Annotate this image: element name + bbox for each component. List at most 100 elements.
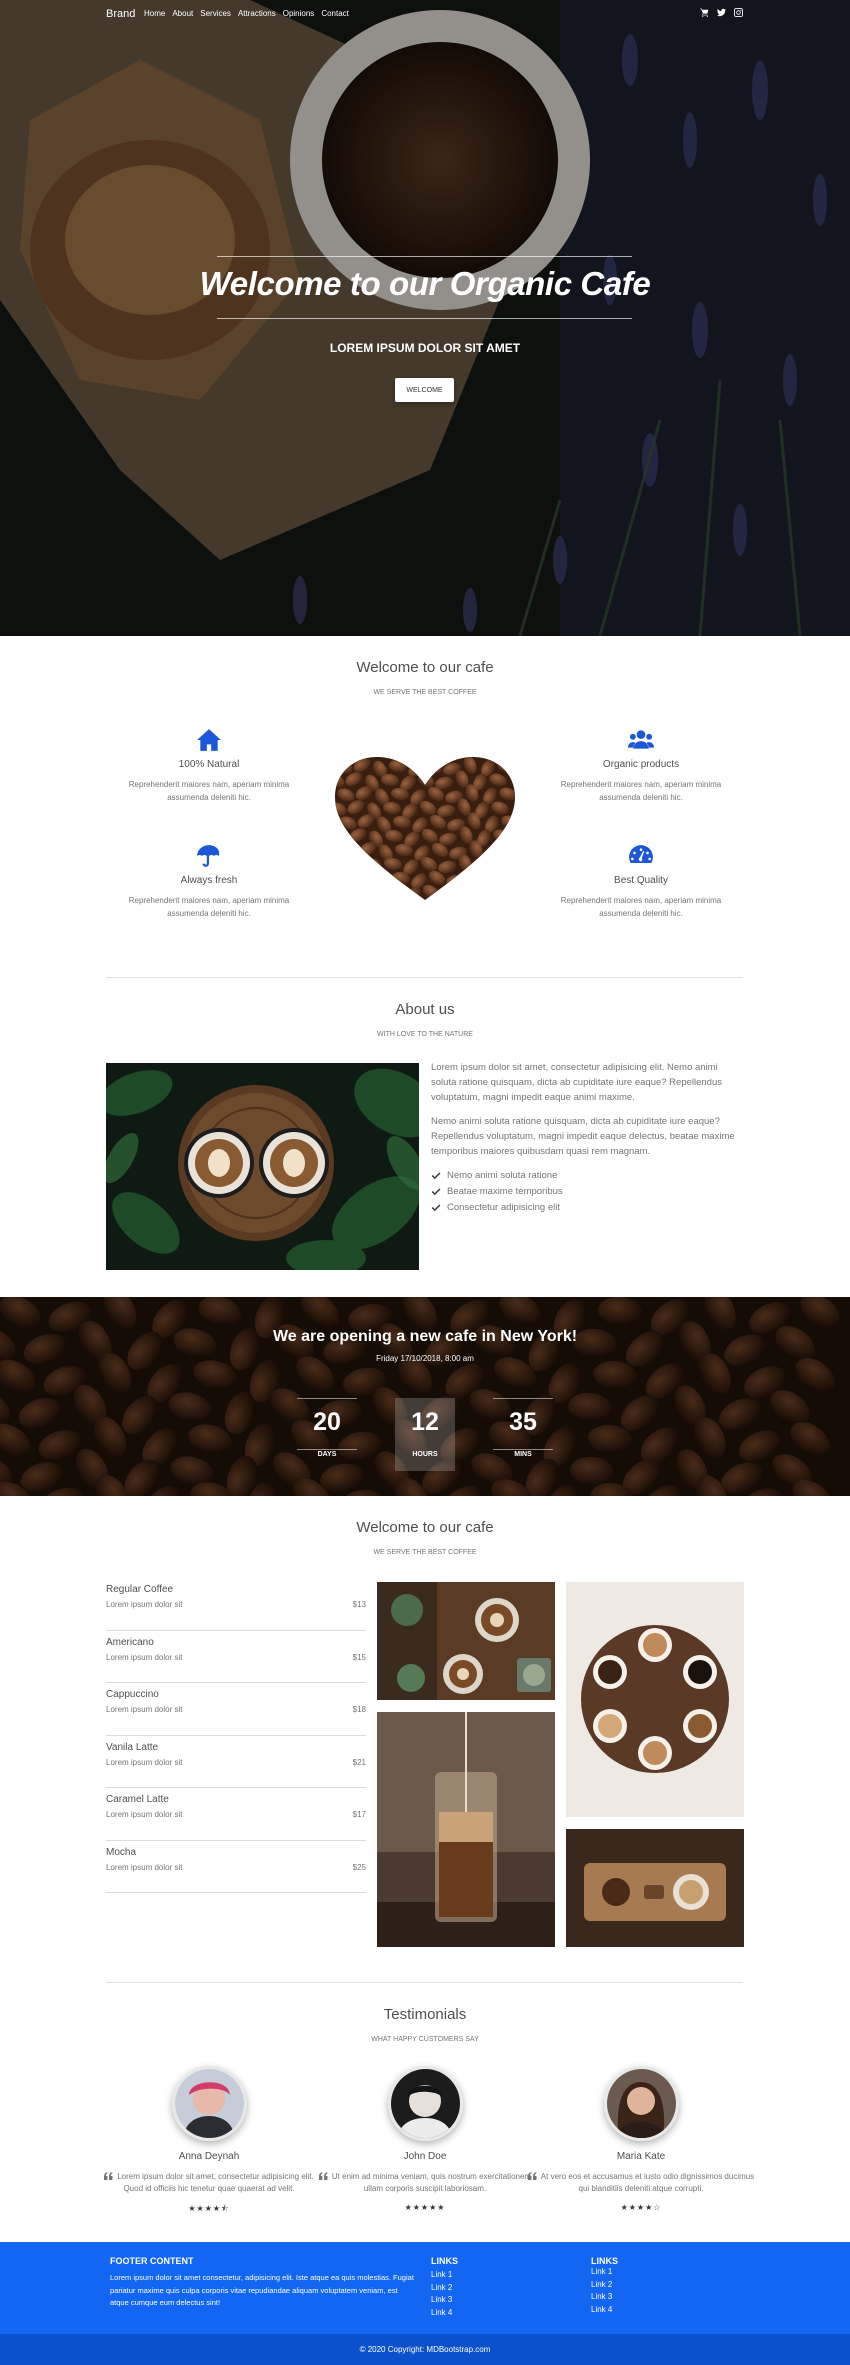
section-divider bbox=[106, 977, 743, 978]
countdown-hours: 12 HOURS bbox=[395, 1398, 455, 1471]
list-item: Beatae maxime temporibus bbox=[431, 1184, 744, 1200]
menu-price: $13 bbox=[352, 1600, 366, 1609]
copyright-text: © 2020 Copyright: MDBootstrap.com bbox=[359, 2345, 491, 2354]
quote-icon bbox=[318, 2172, 328, 2180]
countdown-value: 20 bbox=[313, 1408, 341, 1436]
footer-link[interactable]: Link 4 bbox=[431, 2307, 551, 2320]
footer-links-2: LINKS Link 1 Link 2 Link 3 Link 4 bbox=[591, 2256, 711, 2316]
countdown-label: DAYS bbox=[317, 1451, 337, 1458]
section-divider bbox=[106, 1982, 743, 1983]
welcome-button[interactable]: WELCOME bbox=[395, 378, 454, 402]
menu-item: Vanila Latte Lorem ipsum dolor sit $21 bbox=[106, 1736, 366, 1788]
testimonial-name: Anna Deynah bbox=[178, 2151, 240, 2162]
countdown-label: HOURS bbox=[412, 1451, 438, 1458]
quote-icon bbox=[527, 2172, 537, 2180]
hero-section: Welcome to our Organic Cafe LOREM IPSUM … bbox=[0, 0, 850, 636]
countdown-value: 12 bbox=[411, 1408, 439, 1436]
footer-content-text: Lorem ipsum dolor sit amet consectetur, … bbox=[110, 2273, 414, 2307]
avatar bbox=[387, 2066, 463, 2141]
footer: FOOTER CONTENT Lorem ipsum dolor sit ame… bbox=[0, 2242, 850, 2334]
check-icon bbox=[431, 1172, 441, 1180]
about-subtitle: WITH LOVE TO THE NATURE bbox=[377, 1031, 473, 1038]
feature-title: Best Quality bbox=[614, 875, 668, 886]
nav-link-attractions[interactable]: Attractions bbox=[238, 9, 276, 18]
testimonial-quote: Lorem ipsum dolor sit amet, consectetur … bbox=[94, 2171, 324, 2195]
nav-link-about[interactable]: About bbox=[172, 9, 193, 18]
menu-item: Mocha Lorem ipsum dolor sit $25 bbox=[106, 1841, 366, 1893]
brand-logo[interactable]: Brand bbox=[106, 8, 135, 20]
gallery-image-coffee-cups[interactable] bbox=[566, 1582, 744, 1817]
footer-link[interactable]: Link 3 bbox=[431, 2294, 551, 2307]
rating-stars: ★★★★☆ bbox=[620, 2203, 662, 2212]
footer-copyright: © 2020 Copyright: MDBootstrap.com bbox=[0, 2334, 850, 2365]
check-icon bbox=[431, 1188, 441, 1196]
menu-price: $18 bbox=[352, 1705, 366, 1714]
footer-link[interactable]: Link 4 bbox=[591, 2304, 711, 2317]
about-paragraph-1: Lorem ipsum dolor sit amet, consectetur … bbox=[431, 1062, 723, 1103]
footer-link[interactable]: Link 3 bbox=[591, 2291, 711, 2304]
menu-price: $21 bbox=[352, 1757, 366, 1767]
list-item: Consectetur adipisicing elit bbox=[431, 1200, 744, 1216]
avatar bbox=[603, 2066, 679, 2141]
nav-link-home[interactable]: Home bbox=[144, 9, 165, 18]
countdown-mins: 35 MINS bbox=[493, 1398, 553, 1471]
feature-title: 100% Natural bbox=[178, 759, 240, 770]
hero-title: Welcome to our Organic Cafe bbox=[199, 265, 651, 302]
footer-links-title: LINKS bbox=[591, 2256, 618, 2266]
avatar bbox=[171, 2066, 247, 2141]
list-item: Nemo animi soluta ratione bbox=[431, 1168, 744, 1184]
nav-link-contact[interactable]: Contact bbox=[321, 9, 349, 18]
nav-link-opinions[interactable]: Opinions bbox=[283, 9, 315, 18]
gallery-image-cafe-table[interactable] bbox=[377, 1582, 555, 1700]
countdown-label: MINS bbox=[514, 1451, 532, 1458]
feature-title: Organic products bbox=[602, 759, 680, 770]
menu-list: Regular Coffee Lorem ipsum dolor sit $13 A… bbox=[106, 1578, 366, 1893]
menu-title: Welcome to our cafe bbox=[356, 1519, 494, 1536]
gallery-image-coffee-board[interactable] bbox=[566, 1829, 744, 1947]
countdown-value: 35 bbox=[509, 1408, 537, 1436]
footer-link[interactable]: Link 2 bbox=[431, 2282, 551, 2295]
menu-item: Caramel Latte Lorem ipsum dolor sit $17 bbox=[106, 1788, 366, 1841]
testimonial-card: John Doe Ut enim ad minima veniam, quis … bbox=[310, 2066, 540, 2212]
testimonial-card: Anna Deynah Lorem ipsum dolor sit amet, … bbox=[94, 2066, 324, 2217]
navbar: Brand Home About Services Attractions Op… bbox=[0, 0, 850, 28]
testimonial-quote: Ut enim ad minima veniam, quis nostrum e… bbox=[310, 2171, 540, 2195]
coffee-beans-heart-image bbox=[335, 757, 515, 900]
twitter-icon[interactable] bbox=[717, 8, 726, 17]
about-checklist: Nemo animi soluta ratione Beatae maxime … bbox=[431, 1168, 744, 1216]
gallery-image-iced-coffee[interactable] bbox=[377, 1712, 555, 1947]
countdown-days: 20 DAYS bbox=[297, 1398, 357, 1471]
about-text: Lorem ipsum dolor sit amet, consectetur … bbox=[431, 1060, 744, 1216]
about-title: About us bbox=[395, 1001, 455, 1018]
feature-text: Reprehenderit maiores nam, aperiam minim… bbox=[560, 780, 722, 802]
cart-icon[interactable] bbox=[700, 8, 709, 17]
feature-text: Reprehenderit maiores nam, aperiam minim… bbox=[128, 896, 290, 918]
instagram-icon[interactable] bbox=[734, 8, 743, 17]
rating-stars: ★★★★★ bbox=[404, 2203, 446, 2212]
check-icon bbox=[431, 1204, 441, 1212]
testimonials-title: Testimonials bbox=[383, 2006, 467, 2023]
welcome-title: Welcome to our cafe bbox=[356, 659, 494, 676]
footer-links-title: LINKS bbox=[431, 2256, 458, 2266]
home-icon bbox=[197, 729, 221, 751]
opening-section: We are opening a new cafe in New York! F… bbox=[0, 1297, 850, 1496]
feature-text: Reprehenderit maiores nam, aperiam minim… bbox=[128, 780, 290, 802]
feature-text: Reprehenderit maiores nam, aperiam minim… bbox=[560, 896, 722, 918]
gauge-icon bbox=[629, 845, 653, 864]
footer-link[interactable]: Link 2 bbox=[591, 2279, 711, 2292]
testimonial-quote: At vero eos et accusamus et iusto odio d… bbox=[526, 2171, 756, 2195]
footer-content: FOOTER CONTENT Lorem ipsum dolor sit ame… bbox=[110, 2256, 415, 2310]
footer-link[interactable]: Link 1 bbox=[431, 2269, 551, 2282]
opening-date: Friday 17/10/2018, 8:00 am bbox=[376, 1354, 474, 1363]
page: Welcome to our Organic Cafe LOREM IPSUM … bbox=[0, 0, 850, 2365]
menu-price: $17 bbox=[352, 1810, 366, 1819]
nav-link-services[interactable]: Services bbox=[200, 9, 231, 18]
quote-icon bbox=[104, 2172, 113, 2180]
hero-subtitle: LOREM IPSUM DOLOR SIT AMET bbox=[329, 341, 521, 355]
users-icon bbox=[628, 730, 654, 749]
footer-link[interactable]: Link 1 bbox=[591, 2266, 711, 2279]
footer-content-title: FOOTER CONTENT bbox=[110, 2256, 194, 2266]
footer-links-1: LINKS Link 1 Link 2 Link 3 Link 4 bbox=[431, 2256, 551, 2319]
menu-price: $15 bbox=[352, 1652, 366, 1662]
testimonials-subtitle: WHAT HAPPY CUSTOMERS SAY bbox=[371, 2036, 479, 2043]
